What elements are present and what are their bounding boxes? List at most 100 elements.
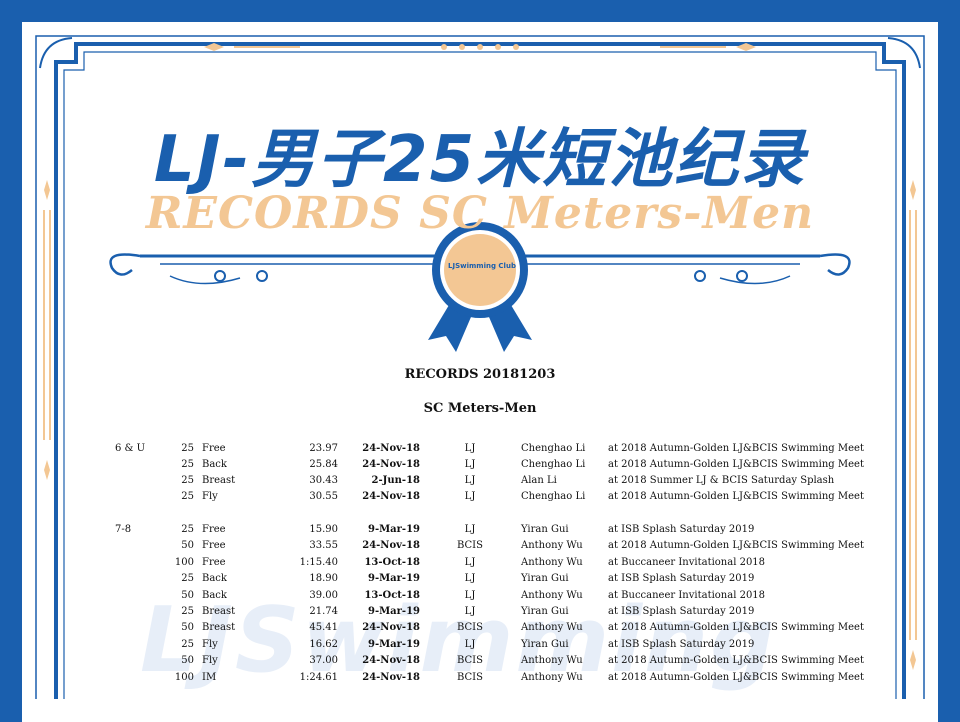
cell-meet: at 2018 Autumn-Golden LJ&BCIS Swimming M… — [608, 459, 864, 470]
cell-time: 45.41 — [309, 622, 338, 633]
cell-time: 30.55 — [309, 491, 338, 502]
cell-stroke: Free — [202, 557, 226, 568]
cell-date: 9-Mar-19 — [368, 606, 420, 617]
cell-time: 37.00 — [309, 655, 338, 666]
cell-date: 9-Mar-19 — [368, 639, 420, 650]
cell-club: LJ — [464, 524, 476, 535]
cell-meet: at 2018 Autumn-Golden LJ&BCIS Swimming M… — [608, 443, 864, 454]
table-row: 25 Back 25.84 24-Nov-18 LJ Chenghao Li at 2018… — [0, 459, 960, 475]
cell-stroke: Fly — [202, 655, 218, 666]
cell-date: 24-Nov-18 — [362, 622, 420, 633]
page-title: LJ-男子25米短池纪录 — [153, 123, 807, 197]
table-row: 50 Back 39.00 13-Oct-18 LJ Anthony Wu at Bucca… — [0, 590, 960, 606]
cell-stroke: Breast — [202, 606, 236, 617]
cell-date: 24-Nov-18 — [362, 540, 420, 551]
cell-dist: 25 — [181, 606, 194, 617]
table-row: 25 Back 18.90 9-Mar-19 LJ Yiran Gui at ISB Spl… — [0, 573, 960, 589]
cell-club: LJ — [464, 459, 476, 470]
table-row: 50 Breast 45.41 24-Nov-18 BCIS Anthony Wu at 2… — [0, 622, 960, 638]
cell-name: Alan Li — [521, 475, 557, 486]
cell-meet: at ISB Splash Saturday 2019 — [608, 639, 755, 650]
cell-dist: 50 — [181, 655, 194, 666]
cell-club: LJ — [464, 475, 476, 486]
table-row: 50 Free 33.55 24-Nov-18 BCIS Anthony Wu at 201… — [0, 540, 960, 556]
cell-date: 13-Oct-18 — [364, 557, 420, 568]
cell-name: Anthony Wu — [521, 655, 583, 666]
cell-dist: 100 — [174, 672, 194, 683]
cell-club: LJ — [464, 573, 476, 584]
cell-dist: 25 — [181, 491, 194, 502]
table-row: 25 Fly 16.62 9-Mar-19 LJ Yiran Gui at ISB Spla… — [0, 639, 960, 655]
cell-dist: 25 — [181, 475, 194, 486]
cell-stroke: Free — [202, 443, 226, 454]
cell-meet: at 2018 Autumn-Golden LJ&BCIS Swimming M… — [608, 672, 864, 683]
cell-club: LJ — [464, 639, 476, 650]
cell-name: Yiran Gui — [521, 639, 569, 650]
cell-date: 24-Nov-18 — [362, 491, 420, 502]
cell-name: Chenghao Li — [521, 491, 586, 502]
cell-stroke: Fly — [202, 491, 218, 502]
cell-dist: 50 — [181, 590, 194, 601]
cell-dist: 50 — [181, 622, 194, 633]
badge-logo-text: LJSwimming Club — [448, 262, 516, 270]
cell-stroke: Breast — [202, 475, 236, 486]
cell-date: 9-Mar-19 — [368, 524, 420, 535]
cell-dist: 25 — [181, 524, 194, 535]
cell-age: 6 & U — [115, 443, 146, 454]
cell-date: 24-Nov-18 — [362, 459, 420, 470]
cell-dist: 25 — [181, 573, 194, 584]
cell-name: Anthony Wu — [521, 590, 583, 601]
cell-name: Anthony Wu — [521, 622, 583, 633]
cell-age: 7-8 — [115, 524, 132, 535]
cell-time: 30.43 — [309, 475, 338, 486]
cell-meet: at ISB Splash Saturday 2019 — [608, 573, 755, 584]
cell-meet: at 2018 Autumn-Golden LJ&BCIS Swimming M… — [608, 491, 864, 502]
records-heading: RECORDS 20181203 — [404, 367, 556, 382]
cell-time: 1:15.40 — [299, 557, 338, 568]
cell-dist: 25 — [181, 639, 194, 650]
table-row: 25 Breast 21.74 9-Mar-19 LJ Yiran Gui at ISB S… — [0, 606, 960, 622]
cell-date: 24-Nov-18 — [362, 655, 420, 666]
table-row: 25 Breast 30.43 2-Jun-18 LJ Alan Li at 2018 Su… — [0, 475, 960, 491]
cell-dist: 25 — [181, 459, 194, 470]
cell-stroke: Free — [202, 524, 226, 535]
cell-name: Yiran Gui — [521, 573, 569, 584]
cell-stroke: Breast — [202, 622, 236, 633]
cell-name: Chenghao Li — [521, 459, 586, 470]
cell-name: Anthony Wu — [521, 557, 583, 568]
cell-meet: at ISB Splash Saturday 2019 — [608, 606, 755, 617]
cell-dist: 25 — [181, 443, 194, 454]
cell-date: 24-Nov-18 — [362, 443, 420, 454]
page-subtitle: RECORDS SC Meters-Men — [145, 188, 815, 239]
cell-time: 1:24.61 — [299, 672, 338, 683]
cell-meet: at Buccaneer Invitational 2018 — [608, 557, 766, 568]
cell-date: 13-Oct-18 — [364, 590, 420, 601]
table-row: 6 & U 25 Free 23.97 24-Nov-18 LJ Chenghao Li at… — [0, 443, 960, 459]
cell-club: LJ — [464, 590, 476, 601]
cell-meet: at 2018 Summer LJ & BCIS Saturday Splash — [608, 475, 835, 486]
cell-time: 25.84 — [309, 459, 338, 470]
cell-date: 24-Nov-18 — [362, 672, 420, 683]
table-row: 25 Fly 30.55 24-Nov-18 LJ Chenghao Li at 2018 … — [0, 491, 960, 507]
cell-stroke: Free — [202, 540, 226, 551]
cell-name: Yiran Gui — [521, 606, 569, 617]
cell-time: 33.55 — [309, 540, 338, 551]
cell-stroke: Back — [202, 573, 227, 584]
cell-stroke: Back — [202, 590, 227, 601]
cell-meet: at Buccaneer Invitational 2018 — [608, 590, 766, 601]
cell-meet: at ISB Splash Saturday 2019 — [608, 524, 755, 535]
records-subheading: SC Meters-Men — [423, 401, 537, 416]
cell-club: BCIS — [457, 540, 483, 551]
cell-club: BCIS — [457, 622, 483, 633]
cell-meet: at 2018 Autumn-Golden LJ&BCIS Swimming M… — [608, 622, 864, 633]
cell-meet: at 2018 Autumn-Golden LJ&BCIS Swimming M… — [608, 655, 864, 666]
cell-meet: at 2018 Autumn-Golden LJ&BCIS Swimming M… — [608, 540, 864, 551]
cell-dist: 100 — [174, 557, 194, 568]
table-row: 50 Fly 37.00 24-Nov-18 BCIS Anthony Wu at 2018… — [0, 655, 960, 671]
cell-date: 2-Jun-18 — [371, 475, 420, 486]
cell-name: Anthony Wu — [521, 672, 583, 683]
cell-club: LJ — [464, 443, 476, 454]
cell-club: LJ — [464, 606, 476, 617]
cell-time: 23.97 — [309, 443, 338, 454]
table-row: 100 IM 1:24.61 24-Nov-18 BCIS Anthony Wu at 20… — [0, 672, 960, 688]
